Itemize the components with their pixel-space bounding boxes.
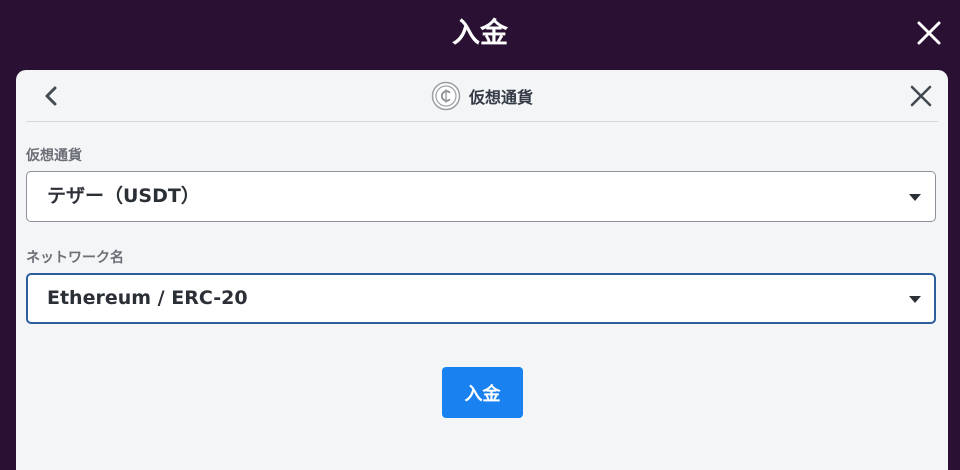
network-label: ネットワーク名 bbox=[26, 250, 124, 266]
network-select[interactable]: Ethereum / ERC-20 bbox=[26, 273, 936, 324]
deposit-button[interactable]: 入金 bbox=[442, 367, 523, 418]
card-header: 仮想通貨 bbox=[26, 70, 938, 122]
top-bar: 入金 bbox=[0, 0, 960, 68]
currency-label: 仮想通貨 bbox=[26, 148, 82, 164]
page-title: 入金 bbox=[451, 16, 508, 49]
close-icon[interactable] bbox=[916, 20, 942, 46]
caret-down-icon bbox=[909, 296, 921, 303]
deposit-card: 仮想通貨 仮想通貨 テザー（USDT） ネットワーク名 Ethereum / E… bbox=[16, 70, 948, 470]
currency-select[interactable]: テザー（USDT） bbox=[26, 171, 936, 222]
coin-icon bbox=[431, 81, 461, 111]
caret-down-icon bbox=[909, 194, 921, 201]
network-select-value: Ethereum / ERC-20 bbox=[47, 287, 248, 309]
close-icon[interactable] bbox=[910, 85, 932, 107]
card-title-group: 仮想通貨 bbox=[26, 81, 938, 111]
currency-select-value: テザー（USDT） bbox=[47, 185, 200, 207]
card-title: 仮想通貨 bbox=[468, 88, 533, 107]
